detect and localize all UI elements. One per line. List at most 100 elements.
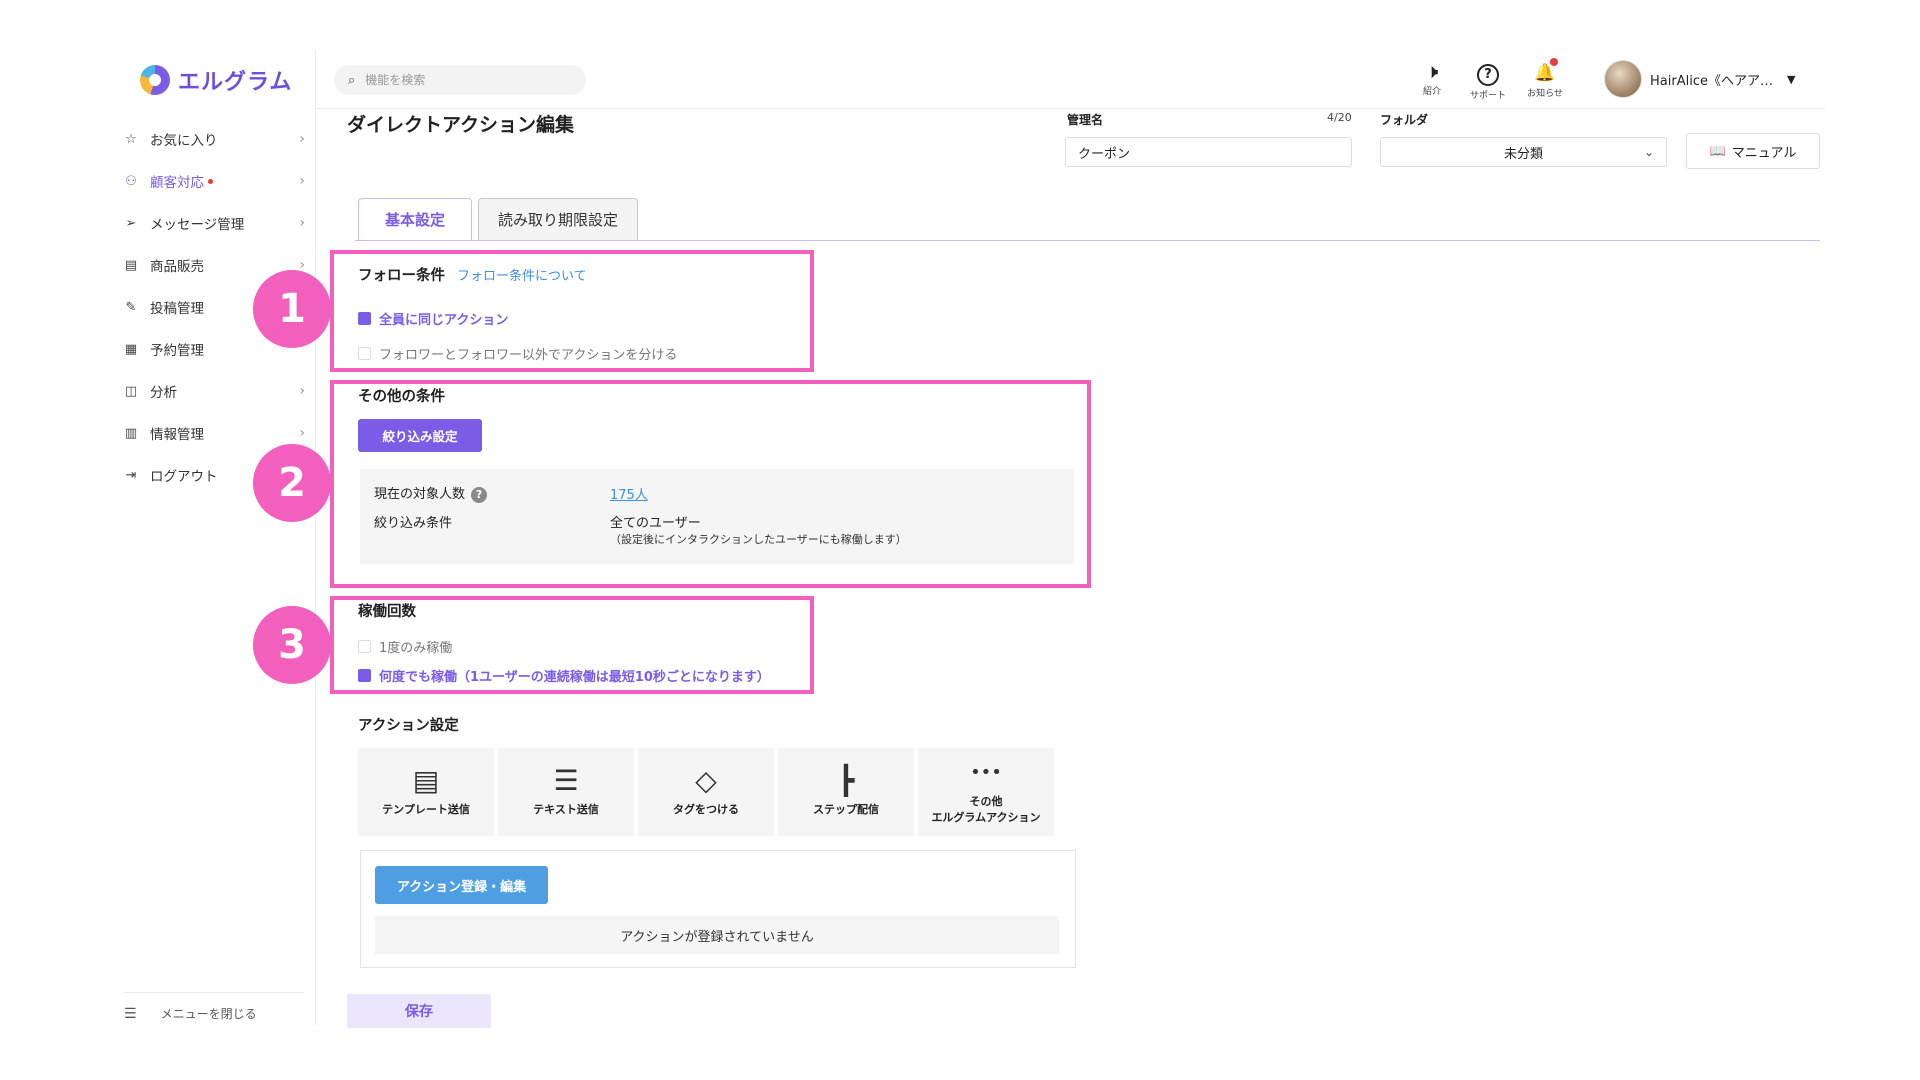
bell-glyph: 🔔 xyxy=(1534,63,1556,83)
help-icon[interactable]: ? xyxy=(471,486,488,503)
chevron-right-icon: › xyxy=(299,383,305,399)
text-lines-icon: ☰ xyxy=(553,764,579,797)
logo-mark-icon xyxy=(140,65,170,95)
tile-other-actions[interactable]: ••• その他 エルグラムアクション xyxy=(918,748,1054,836)
step-badge-3: 3 xyxy=(253,606,331,684)
bar-chart-icon: ▥ xyxy=(124,425,138,441)
runs-option-once-label: 1度のみ稼働 xyxy=(379,641,453,656)
sidebar-item-label: 情報管理 xyxy=(150,427,204,443)
follow-option-split[interactable]: フォロワーとフォロワー以外でアクションを分ける xyxy=(358,344,677,363)
caret-down-icon: ▼ xyxy=(1786,72,1796,86)
checkbox-unchecked[interactable] xyxy=(358,640,371,653)
chevron-down-icon: ⌄ xyxy=(1643,145,1654,159)
search-bar[interactable]: ⌕ xyxy=(334,65,586,95)
sidebar-item-label: お気に入り xyxy=(150,133,218,149)
follow-help-link[interactable]: フォロー条件について xyxy=(457,265,587,284)
step-icon: ┣ xyxy=(837,764,855,797)
sidebar-item-label: メッセージ管理 xyxy=(150,217,245,233)
follow-title: フォロー条件 xyxy=(358,268,445,284)
tile-step-delivery[interactable]: ┣ ステップ配信 xyxy=(778,748,914,836)
person-icon: ⚇ xyxy=(125,173,137,189)
runs-option-many-label: 何度でも稼働（1ユーザーの連続稼働は最短10秒ごとになります） xyxy=(379,670,770,685)
avatar xyxy=(1604,60,1642,98)
tile-label: タグをつける xyxy=(673,803,739,816)
sidebar-item-analytics[interactable]: ◫ 分析 › xyxy=(120,370,305,412)
tab-label: 基本設定 xyxy=(384,211,445,229)
help-circle-icon: ? xyxy=(1463,60,1513,86)
chevron-right-icon: › xyxy=(299,173,305,189)
sidebar-item-messages[interactable]: ➢ メッセージ管理 › xyxy=(120,202,305,244)
folder-select[interactable]: 未分類 ⌄ xyxy=(1380,137,1667,167)
runs-title: 稼働回数 xyxy=(358,604,416,620)
analytics-icon: ◫ xyxy=(124,383,138,399)
empty-actions-message: アクションが登録されていません xyxy=(375,916,1059,954)
tab-label: 読み取り期限設定 xyxy=(497,211,618,229)
more-icon: ••• xyxy=(970,762,1002,783)
tile-template-send[interactable]: ▤ テンプレート送信 xyxy=(358,748,494,836)
chevron-right-icon: › xyxy=(299,131,305,147)
sidebar-item-label: 顧客対応 xyxy=(150,175,204,191)
notifications-button[interactable]: 🔔 お知らせ xyxy=(1520,58,1570,99)
search-input[interactable] xyxy=(363,72,558,88)
notification-dot xyxy=(208,178,213,184)
tile-text-send[interactable]: ☰ テキスト送信 xyxy=(498,748,634,836)
target-count-value[interactable]: 175人 xyxy=(610,484,648,503)
filter-cond-label: 絞り込み条件 xyxy=(374,516,453,531)
bell-icon: 🔔 xyxy=(1520,58,1570,84)
tab-read-deadline[interactable]: 読み取り期限設定 xyxy=(478,198,638,240)
sidebar-item-customer-support[interactable]: ⚇ 顧客対応 › xyxy=(120,160,305,202)
target-count-row: 現在の対象人数? xyxy=(374,483,488,503)
folder-select-value: 未分類 xyxy=(1503,146,1543,162)
chevron-right-icon: › xyxy=(299,215,305,231)
filter-cond-note: （設定後にインタラクションしたユーザーにも稼働します） xyxy=(610,533,907,546)
save-button[interactable]: 保存 xyxy=(347,994,491,1028)
sidebar-item-label: 分析 xyxy=(150,385,177,401)
manual-label: マニュアル xyxy=(1731,145,1797,161)
logout-icon: ⇥ xyxy=(125,467,137,483)
manual-button[interactable]: 📖 マニュアル xyxy=(1686,133,1820,169)
star-icon: ☆ xyxy=(125,131,137,147)
action-register-button[interactable]: アクション登録・編集 xyxy=(375,866,548,904)
tag-icon: ◇ xyxy=(695,764,717,797)
runs-option-many[interactable]: 何度でも稼働（1ユーザーの連続稼働は最短10秒ごとになります） xyxy=(358,666,770,685)
sidebar-item-label: 商品販売 xyxy=(150,259,204,275)
name-counter: 4/20 xyxy=(1327,111,1352,124)
calendar-icon: ▦ xyxy=(124,341,138,357)
tile-label: その他 エルグラムアクション xyxy=(931,795,1041,824)
support-button[interactable]: ? サポート xyxy=(1463,60,1513,101)
other-title: その他の条件 xyxy=(358,389,445,405)
notification-dot xyxy=(1550,58,1558,66)
follow-section-header: フォロー条件 フォロー条件について xyxy=(358,264,587,285)
user-menu[interactable]: HairAlice《ヘアア… ▼ xyxy=(1604,60,1795,98)
tile-add-tag[interactable]: ◇ タグをつける xyxy=(638,748,774,836)
menu-close-button[interactable]: ☰ メニューを閉じる xyxy=(124,992,304,1022)
follow-option-all[interactable]: 全員に同じアクション xyxy=(358,309,508,328)
menu-collapse-icon: ☰ xyxy=(124,1005,137,1022)
sidebar-item-label: 予約管理 xyxy=(150,343,204,359)
tab-underline xyxy=(355,240,1820,241)
logo-text: エルグラム xyxy=(178,70,293,95)
page-title: ダイレクトアクション編集 xyxy=(347,114,575,136)
app-logo[interactable]: エルグラム xyxy=(140,62,292,98)
menu-close-label: メニューを閉じる xyxy=(160,1007,257,1021)
tile-label: ステップ配信 xyxy=(813,803,879,816)
name-input[interactable]: クーポン xyxy=(1065,137,1352,167)
checkbox-checked[interactable] xyxy=(358,669,371,682)
sidebar-item-favorites[interactable]: ☆ お気に入り › xyxy=(120,118,305,160)
user-name: HairAlice《ヘアア… xyxy=(1650,73,1773,89)
tab-basic-settings[interactable]: 基本設定 xyxy=(358,198,472,240)
filter-settings-button[interactable]: 絞り込み設定 xyxy=(358,419,482,452)
help-glyph: ? xyxy=(1477,64,1499,86)
folder-label: フォルダ xyxy=(1380,113,1429,127)
chevron-right-icon: › xyxy=(299,425,305,441)
intro-button[interactable]: 🕨 紹介 xyxy=(1407,60,1457,97)
send-icon: ➢ xyxy=(125,215,137,231)
checkbox-unchecked[interactable] xyxy=(358,347,371,360)
edit-icon: ✎ xyxy=(125,299,137,315)
search-icon: ⌕ xyxy=(348,72,356,88)
step-badge-1: 1 xyxy=(253,270,331,348)
runs-option-once[interactable]: 1度のみ稼働 xyxy=(358,637,452,656)
checkbox-checked[interactable] xyxy=(358,312,371,325)
template-icon: ▤ xyxy=(412,764,440,797)
follow-option-split-label: フォロワーとフォロワー以外でアクションを分ける xyxy=(379,348,678,363)
